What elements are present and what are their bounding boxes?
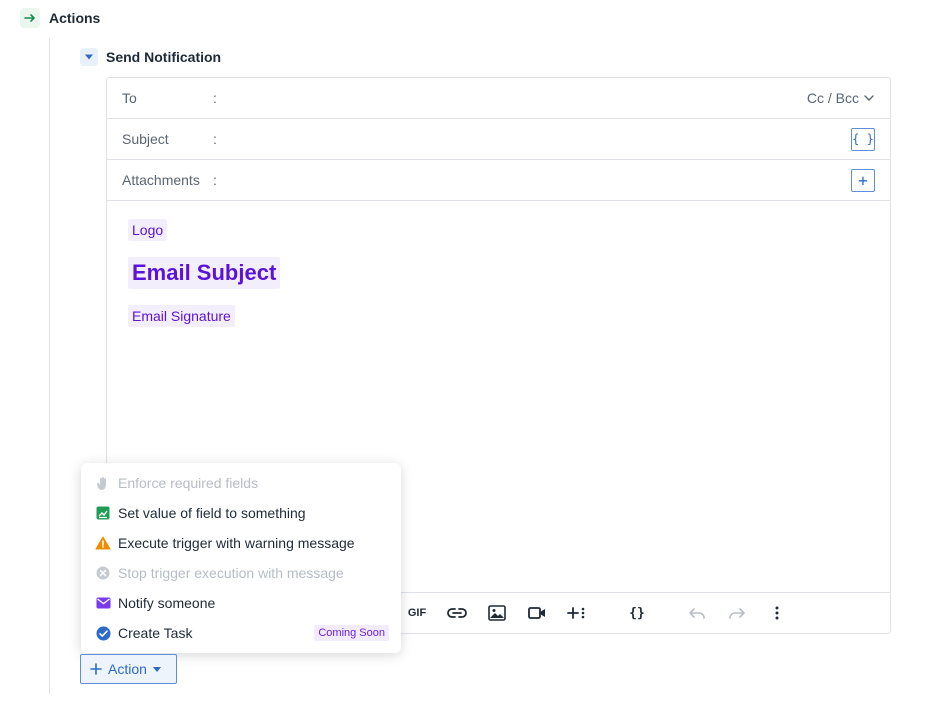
attachments-label: Attachments <box>122 172 200 188</box>
set-value-icon <box>95 505 111 521</box>
video-icon[interactable] <box>525 602 549 624</box>
cc-bcc-label: Cc / Bcc <box>806 90 859 106</box>
email-signature-placeholder[interactable]: Email Signature <box>128 305 235 327</box>
tree-connector-line <box>49 38 50 694</box>
link-icon[interactable] <box>445 602 469 624</box>
more-vertical-icon[interactable] <box>765 602 789 624</box>
menu-item-execute-trigger-warning[interactable]: Execute trigger with warning message <box>81 528 401 558</box>
caret-down-icon[interactable] <box>80 48 98 66</box>
to-field-row[interactable]: To : Cc / Bcc <box>107 78 890 119</box>
subject-colon: : <box>213 131 217 147</box>
add-action-label: Action <box>108 661 147 677</box>
undo-icon[interactable] <box>685 602 709 624</box>
subject-field-row[interactable]: Subject : { } <box>107 119 890 160</box>
send-notification-title: Send Notification <box>106 49 222 65</box>
menu-item-label: Enforce required fields <box>118 475 259 491</box>
menu-item-label: Stop trigger execution with message <box>118 565 344 581</box>
insert-variable-button[interactable]: { } <box>851 127 875 151</box>
actions-section-header[interactable]: Actions <box>20 8 100 28</box>
image-icon[interactable] <box>485 602 509 624</box>
add-attachment-button[interactable]: + <box>851 168 875 192</box>
actions-title: Actions <box>49 10 101 26</box>
menu-item-enforce-required-fields[interactable]: Enforce required fields <box>81 468 401 498</box>
subject-label: Subject <box>122 131 169 147</box>
cc-bcc-toggle[interactable]: Cc / Bcc <box>807 90 874 106</box>
gif-icon[interactable]: GIF <box>405 602 429 624</box>
warning-icon <box>95 535 111 551</box>
menu-item-label: Execute trigger with warning message <box>118 535 355 551</box>
attachments-colon: : <box>213 172 217 188</box>
attachments-field-row[interactable]: Attachments : + <box>107 160 890 201</box>
check-circle-icon <box>95 625 111 641</box>
envelope-icon <box>95 595 111 611</box>
to-colon: : <box>213 90 217 106</box>
chevron-down-icon <box>864 95 874 101</box>
menu-item-label: Notify someone <box>118 595 216 611</box>
menu-item-set-value[interactable]: Set value of field to something <box>81 498 401 528</box>
menu-item-stop-trigger[interactable]: Stop trigger execution with message <box>81 558 401 588</box>
email-subject-placeholder[interactable]: Email Subject <box>128 257 281 289</box>
menu-item-notify-someone[interactable]: Notify someone <box>81 588 401 618</box>
logo-placeholder[interactable]: Logo <box>128 219 168 241</box>
add-action-button[interactable]: Action <box>80 654 177 684</box>
caret-down-icon <box>152 666 161 672</box>
action-dropdown-menu: Enforce required fields Set value of fie… <box>81 463 401 653</box>
stop-icon <box>95 565 111 581</box>
plus-icon <box>90 663 102 675</box>
send-notification-header[interactable]: Send Notification <box>80 47 221 67</box>
insert-more-icon[interactable] <box>565 602 589 624</box>
arrow-right-icon <box>20 8 40 28</box>
redo-icon[interactable] <box>725 602 749 624</box>
coming-soon-badge: Coming Soon <box>314 625 389 641</box>
menu-item-label: Set value of field to something <box>118 505 306 521</box>
menu-item-create-task[interactable]: Create Task Coming Soon <box>81 618 401 648</box>
code-braces-icon[interactable]: {} <box>625 602 649 624</box>
menu-item-label: Create Task <box>118 625 193 641</box>
to-label: To <box>122 90 137 106</box>
hand-icon <box>95 475 111 491</box>
